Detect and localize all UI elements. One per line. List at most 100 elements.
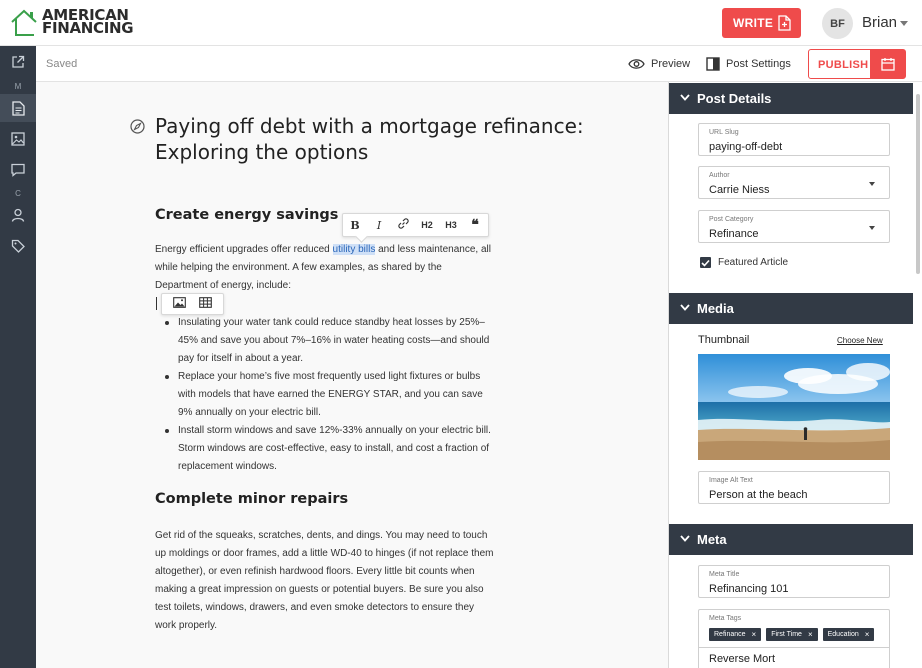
user-menu-caret-icon[interactable] [900,21,908,26]
post-settings-button[interactable]: Post Settings [706,54,791,74]
tag-chip[interactable]: Education × [822,628,875,641]
user-name[interactable]: Brian [862,14,897,31]
post-title[interactable]: Paying off debt with a mortgage refinanc… [155,113,595,165]
image-icon [11,132,25,146]
remove-tag-icon[interactable]: × [865,630,870,639]
media-header[interactable]: Media [669,293,913,324]
sidebar-section-letter: C [15,189,21,198]
write-button-label: WRITE [733,16,774,30]
post-details-header[interactable]: Post Details [669,83,913,114]
meta-header[interactable]: Meta [669,524,913,555]
bold-button[interactable]: B [343,219,367,232]
section-heading[interactable]: Complete minor repairs [155,491,348,507]
remove-tag-icon[interactable]: × [752,630,757,639]
logo-text: AMERICAN FINANCING [42,8,134,37]
paragraph[interactable]: Energy efficient upgrades offer reduced … [155,241,495,295]
meta-tags-field[interactable]: Meta Tags Refinance × First Time × Educati… [698,609,890,668]
heading-2-button[interactable]: H2 [415,220,439,230]
post-settings-panel: Post Details URL Slug paying-off-debt Au… [668,82,922,668]
meta-title-field[interactable]: Meta Title Refinancing 101 [698,565,890,598]
paragraph-text: Energy efficient upgrades offer reduced [155,244,333,255]
left-sidebar: M C [0,46,36,668]
choose-new-link[interactable]: Choose New [837,336,883,345]
sidebar-item-comments[interactable] [0,156,36,184]
insert-table-button[interactable] [199,295,213,313]
schedule-publish-button[interactable] [870,50,905,78]
user-avatar[interactable]: BF [822,8,853,39]
insert-image-button[interactable] [172,295,186,313]
preview-button[interactable]: Preview [628,54,690,74]
top-header: AMERICAN FINANCING WRITE BF Brian [0,0,922,46]
thumbnail-image[interactable] [698,354,890,460]
scrollbar-thumb[interactable] [916,94,920,274]
tag-chip[interactable]: Refinance × [709,628,762,641]
field-label: Meta Tags [709,615,742,622]
american-financing-logo[interactable]: AMERICAN FINANCING [10,7,134,39]
house-logo-icon [11,9,37,36]
field-value: paying-off-debt [709,141,783,153]
dropdown-caret-icon [869,182,875,186]
dropdown-caret-icon [869,226,875,230]
sidebar-item-media[interactable] [0,125,36,153]
field-value: Person at the beach [709,489,808,501]
sidebar-item-external[interactable] [0,48,36,76]
image-icon [172,297,186,308]
divider [698,647,890,648]
tag-label: First Time [771,631,802,638]
category-select[interactable]: Post Category Refinance [698,210,890,243]
chevron-down-icon [680,535,690,542]
field-label: Meta Title [709,571,740,578]
section-title: Post Details [697,91,772,106]
field-value: Refinancing 101 [709,583,789,595]
sidebar-item-tags[interactable] [0,232,36,260]
new-document-icon [778,15,791,31]
remove-tag-icon[interactable]: × [808,630,813,639]
post-settings-label: Post Settings [726,58,791,70]
section-heading[interactable]: Create energy savings [155,207,338,223]
tag-chip[interactable]: First Time × [766,628,818,641]
calendar-icon [880,58,895,71]
insert-toolbar [161,293,224,315]
bullet-list[interactable]: Insulating your water tank could reduce … [165,314,498,476]
list-item[interactable]: Replace your home’s five most frequently… [165,368,498,422]
author-select[interactable]: Author Carrie Niess [698,166,890,199]
beach-photo [698,354,890,460]
tag-list: Refinance × First Time × Education × [709,628,879,641]
chevron-down-icon [680,94,690,101]
comment-icon [11,163,25,177]
compass-icon[interactable] [130,119,145,134]
quote-button[interactable]: ❝ [463,217,487,233]
editor-canvas[interactable]: Paying off debt with a mortgage refinanc… [36,82,668,668]
text-cursor [156,297,157,310]
paragraph[interactable]: Get rid of the squeaks, scratches, dents… [155,527,495,635]
field-label: URL Slug [709,129,739,136]
eye-icon [628,59,645,69]
sidebar-item-users[interactable] [0,201,36,229]
tag-icon [11,239,25,253]
table-icon [199,297,213,308]
section-title: Media [697,301,734,316]
field-value: Refinance [709,228,759,240]
tag-label: Education [827,631,859,638]
field-value: Carrie Niess [709,184,770,196]
publish-button[interactable]: PUBLISH [808,49,906,79]
image-alt-text-field[interactable]: Image Alt Text Person at the beach [698,471,890,504]
url-slug-field[interactable]: URL Slug paying-off-debt [698,123,890,156]
heading-3-button[interactable]: H3 [439,220,463,230]
publish-label: PUBLISH [818,59,869,71]
field-label: Post Category [709,216,754,223]
featured-article-checkbox[interactable] [700,257,711,268]
editor-toolbar: Saved Preview Post Settings PUBLISH [36,46,922,82]
logo-line-2: FINANCING [42,19,134,37]
link-button[interactable] [391,218,415,232]
write-button[interactable]: WRITE [722,8,801,38]
sidebar-panel-icon [706,57,720,71]
selected-text[interactable]: utility bills [332,244,376,255]
tag-input[interactable]: Reverse Mort [709,653,775,665]
section-title: Meta [697,532,727,547]
list-item[interactable]: Insulating your water tank could reduce … [165,314,498,368]
list-item[interactable]: Install storm windows and save 12%-33% a… [165,422,498,476]
sidebar-item-posts[interactable] [0,94,36,122]
external-link-icon [12,55,25,68]
italic-button[interactable]: I [367,219,391,232]
